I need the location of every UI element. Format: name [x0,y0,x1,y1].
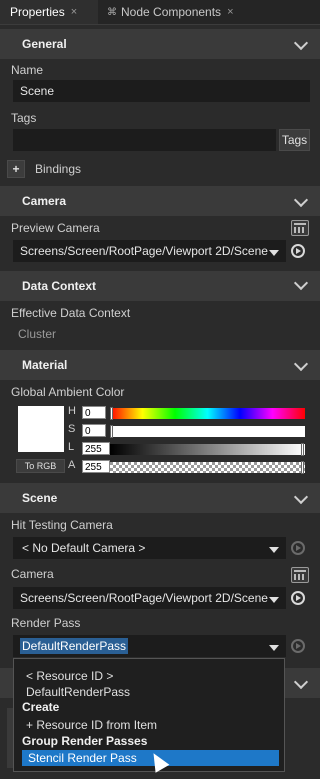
section-camera[interactable]: Camera [0,186,320,216]
dropdown-item-label: Stencil Render Pass [28,751,137,765]
name-input[interactable]: Scene [13,80,310,102]
channel-l-label: L [68,441,75,453]
close-icon[interactable]: × [71,6,77,18]
global-ambient-color-label: Global Ambient Color [11,385,125,399]
browse-icon[interactable] [291,567,309,583]
render-pass-label: Render Pass [11,616,81,630]
chevron-down-icon [269,250,279,256]
close-icon[interactable]: × [227,6,233,18]
scene-camera-value: Screens/Screen/RootPage/Viewport 2D/Scen… [20,591,268,605]
tab-node-components[interactable]: ⌘ Node Components × [99,0,249,24]
saturation-slider-thumb[interactable] [110,425,113,438]
preview-camera-label: Preview Camera [11,221,100,235]
camera-label: Camera [11,567,54,581]
navigate-icon [291,639,305,653]
effective-data-context-label: Effective Data Context [11,306,131,320]
section-title: General [22,37,67,51]
channel-h-input[interactable]: 0 [82,406,106,419]
navigate-icon[interactable] [291,244,305,258]
chevron-down-icon [269,645,279,651]
tags-button[interactable]: Tags [279,129,310,151]
dropdown-group-header: Create [22,700,60,714]
section-material[interactable]: Material [0,350,320,380]
section-scene[interactable]: Scene [0,483,320,513]
hue-slider[interactable] [110,407,305,420]
channel-h-label: H [68,405,76,417]
dropdown-item[interactable]: < Resource ID > [26,669,113,683]
to-rgb-button[interactable]: To RGB [16,459,65,473]
effective-data-context-value: Cluster [18,327,57,341]
chevron-down-icon[interactable] [293,275,309,291]
hit-testing-camera-label: Hit Testing Camera [11,518,113,532]
navigate-icon [291,541,305,555]
saturation-slider[interactable] [110,425,305,438]
alpha-slider[interactable] [110,461,305,474]
chevron-down-icon [269,597,279,603]
alpha-slider-thumb[interactable] [301,461,304,474]
section-title: Camera [22,194,67,208]
chevron-down-icon[interactable] [293,356,309,372]
lightness-slider-thumb[interactable] [301,443,304,456]
preview-camera-dropdown[interactable]: Screens/Screen/RootPage/Viewport 2D/Scen… [13,240,286,262]
bindings-label: Bindings [35,162,82,176]
render-pass-value: DefaultRenderPass [20,638,129,654]
lightness-slider[interactable] [110,443,305,456]
color-swatch[interactable] [18,406,64,452]
section-general[interactable]: General [0,29,320,59]
tab-node-components-label: Node Components [121,5,222,19]
add-binding-button[interactable]: + [7,160,25,178]
hit-testing-camera-dropdown[interactable]: < No Default Camera > [13,537,286,559]
tags-label: Tags [11,111,37,125]
hit-testing-camera-value: < No Default Camera > [22,541,146,555]
chevron-down-icon [269,547,279,553]
tab-bar: Properties × ⌘ Node Components × [0,0,320,25]
section-title: Material [22,358,68,372]
browse-icon[interactable] [291,220,309,236]
channel-a-label: A [68,459,76,471]
hue-slider-thumb[interactable] [110,407,113,420]
name-label: Name [11,63,44,77]
tab-properties-label: Properties [10,5,65,19]
dropdown-group-header: Group Render Passes [22,734,148,748]
scene-camera-dropdown[interactable]: Screens/Screen/RootPage/Viewport 2D/Scen… [13,587,286,609]
section-title: Scene [22,491,58,505]
node-components-icon: ⌘ [107,6,117,18]
dropdown-item[interactable]: DefaultRenderPass [26,685,130,699]
section-data-context[interactable]: Data Context [0,271,320,301]
tags-input[interactable] [13,129,276,151]
preview-camera-value: Screens/Screen/RootPage/Viewport 2D/Scen… [20,244,268,258]
navigate-icon[interactable] [291,591,305,605]
chevron-down-icon[interactable] [293,192,309,208]
chevron-down-icon[interactable] [293,35,309,51]
dropdown-item[interactable]: + Resource ID from Item [26,718,157,732]
tab-properties[interactable]: Properties × [0,0,98,24]
render-pass-dropdown[interactable]: DefaultRenderPass [13,635,286,657]
section-title: Data Context [22,279,97,293]
chevron-down-icon[interactable] [293,489,309,505]
channel-s-input[interactable]: 0 [82,424,106,437]
channel-l-input[interactable]: 255 [82,442,110,455]
channel-s-label: S [68,423,76,435]
channel-a-input[interactable]: 255 [82,460,110,473]
chevron-down-icon[interactable] [293,674,309,690]
